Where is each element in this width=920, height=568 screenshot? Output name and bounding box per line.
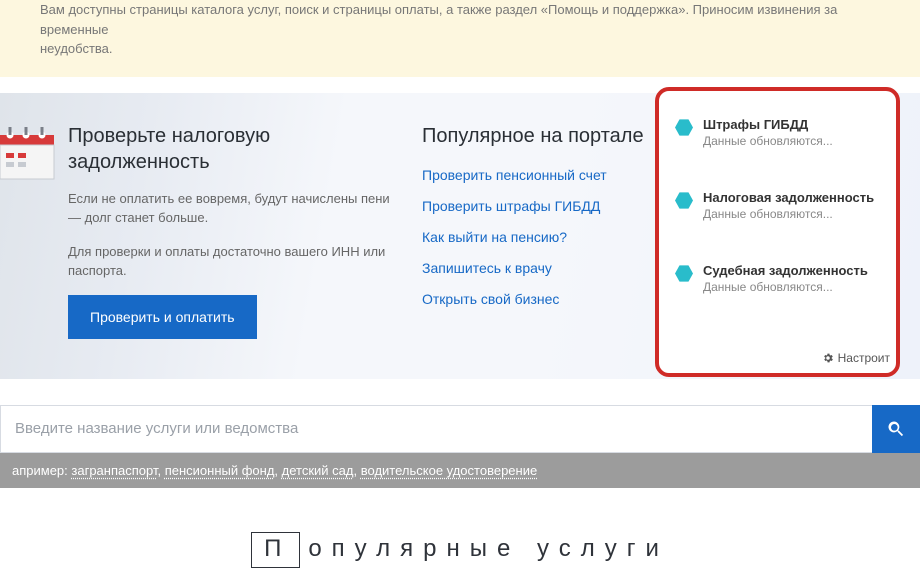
popular-heading: Популярное на портале bbox=[422, 123, 658, 149]
informer-item-tax[interactable]: Налоговая задолженность Данные обновляют… bbox=[675, 190, 882, 221]
maintenance-notice: Вам доступны страницы каталога услуг, по… bbox=[0, 0, 920, 77]
tax-debt-desc2: Для проверки и оплаты достаточно вашего … bbox=[68, 242, 398, 281]
informer-title: Судебная задолженность bbox=[703, 263, 868, 278]
popular-link-business[interactable]: Открыть свой бизнес bbox=[422, 291, 658, 307]
gear-icon bbox=[822, 352, 834, 364]
informer-item-gibdd[interactable]: Штрафы ГИБДД Данные обновляются... bbox=[675, 117, 882, 148]
decorative-letter-box: П bbox=[251, 532, 300, 568]
hex-icon bbox=[675, 192, 693, 210]
tax-debt-heading: Проверьте налоговую задолженность bbox=[68, 123, 398, 175]
search-examples: апример: загранпаспорт, пенсионный фонд,… bbox=[0, 453, 920, 488]
search-icon bbox=[886, 419, 906, 439]
example-link-kindergarten[interactable]: детский сад bbox=[282, 463, 354, 478]
tax-debt-block: Проверьте налоговую задолженность Если н… bbox=[68, 123, 418, 339]
example-link-drivers-license[interactable]: водительское удостоверение bbox=[361, 463, 537, 478]
informer-sub: Данные обновляются... bbox=[703, 280, 868, 294]
search-section: апример: загранпаспорт, пенсионный фонд,… bbox=[0, 405, 920, 488]
popular-services-heading: Популярные услуги bbox=[0, 532, 920, 568]
hero-section: Проверьте налоговую задолженность Если н… bbox=[0, 93, 920, 379]
popular-link-gibdd-fines[interactable]: Проверить штрафы ГИБДД bbox=[422, 198, 658, 214]
check-and-pay-button[interactable]: Проверить и оплатить bbox=[68, 295, 257, 339]
popular-on-portal-block: Популярное на портале Проверить пенсионн… bbox=[418, 123, 658, 339]
informer-settings-link[interactable]: Настроит bbox=[822, 351, 890, 365]
informer-sub: Данные обновляются... bbox=[703, 134, 833, 148]
informer-title: Штрафы ГИБДД bbox=[703, 117, 833, 132]
example-link-passport[interactable]: загранпаспорт bbox=[71, 463, 157, 478]
informer-item-court[interactable]: Судебная задолженность Данные обновляютс… bbox=[675, 263, 882, 294]
tax-debt-desc1: Если не оплатить ее вовремя, будут начис… bbox=[68, 189, 398, 228]
informer-title: Налоговая задолженность bbox=[703, 190, 874, 205]
search-button[interactable] bbox=[872, 405, 920, 453]
informer-settings-label: Настроит bbox=[838, 351, 890, 365]
informer-sub: Данные обновляются... bbox=[703, 207, 874, 221]
popular-link-retirement[interactable]: Как выйти на пенсию? bbox=[422, 229, 658, 245]
notice-text-line2: неудобства. bbox=[40, 41, 113, 56]
popular-link-doctor[interactable]: Запишитесь к врачу bbox=[422, 260, 658, 276]
informer-panel: Штрафы ГИБДД Данные обновляются... Налог… bbox=[655, 87, 900, 377]
hex-icon bbox=[675, 119, 693, 137]
example-link-pension-fund[interactable]: пенсионный фонд bbox=[165, 463, 275, 478]
examples-prefix: апример: bbox=[12, 463, 71, 478]
popular-link-pension-account[interactable]: Проверить пенсионный счет bbox=[422, 167, 658, 183]
search-input[interactable] bbox=[0, 405, 872, 453]
notice-text-line1: Вам доступны страницы каталога услуг, по… bbox=[40, 2, 837, 37]
hex-icon bbox=[675, 265, 693, 283]
calendar-icon bbox=[0, 127, 60, 339]
